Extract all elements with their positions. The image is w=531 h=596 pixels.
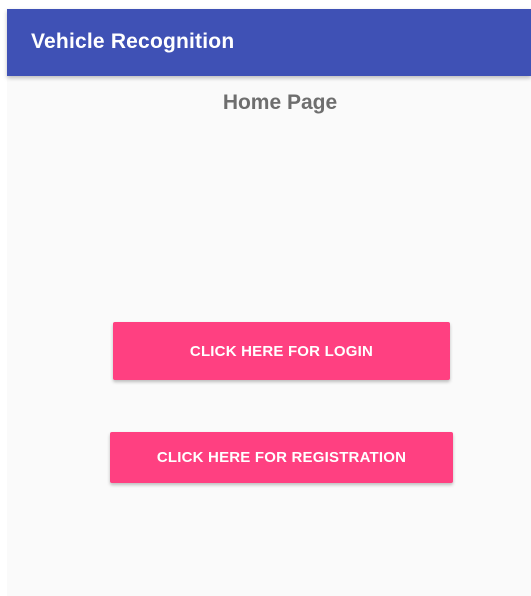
app-title: Vehicle Recognition: [31, 30, 235, 53]
app-screen: Vehicle Recognition Home Page CLICK HERE…: [7, 9, 531, 596]
app-bar: Vehicle Recognition: [7, 9, 531, 76]
registration-button[interactable]: CLICK HERE FOR REGISTRATION: [110, 432, 453, 483]
login-button[interactable]: CLICK HERE FOR LOGIN: [113, 322, 450, 380]
page-title: Home Page: [222, 91, 338, 114]
